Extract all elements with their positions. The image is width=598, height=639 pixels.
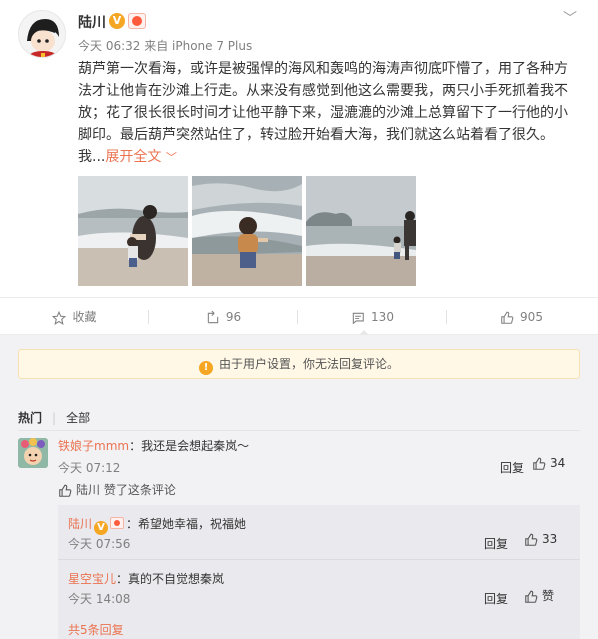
- reply-item: 陆川 V ：希望她幸福，祝福她 今天 07:56 回复 33: [58, 505, 580, 559]
- tabs-divider: [18, 430, 580, 431]
- verified-badge-icon: V: [109, 13, 125, 29]
- reply-text: 陆川 V ：希望她幸福，祝福她: [68, 515, 246, 535]
- author-name[interactable]: 陆川: [78, 12, 106, 32]
- comment-icon: [352, 312, 364, 324]
- repost-count: 96: [225, 310, 242, 324]
- reply-like-button[interactable]: 33: [524, 532, 557, 547]
- view-more-replies-link[interactable]: 共5条回复: [68, 621, 124, 638]
- expand-chevron-icon: ﹀: [165, 151, 177, 164]
- reply-user-name[interactable]: 陆川: [68, 517, 92, 531]
- post-action-bar: 收藏 96 130 905: [0, 297, 598, 336]
- reply-like-count: 33: [542, 532, 558, 546]
- tab-all[interactable]: 全部: [66, 411, 90, 425]
- beach-photo-thumbnail[interactable]: [192, 176, 302, 286]
- star-icon: [52, 310, 67, 325]
- notice-text: 由于用户设置，你无法回复评论。: [218, 357, 399, 371]
- reply-text: 星空宝儿：真的不自觉想秦岚: [68, 570, 224, 587]
- reply-item: 星空宝儿：真的不自觉想秦岚 今天 14:08 回复 赞: [58, 559, 580, 613]
- beach-photo-thumbnail[interactable]: [78, 176, 188, 286]
- post-content: 葫芦第一次看海，或许是被强悍的海风和轰鸣的海涛声彻底吓懵了，用了各种方法才让他肯…: [78, 58, 578, 169]
- tab-hot[interactable]: 热门: [18, 411, 42, 425]
- comment-restriction-notice: ! 由于用户设置，你无法回复评论。: [18, 349, 580, 379]
- author-avatar[interactable]: [18, 10, 66, 58]
- comment-button[interactable]: 130: [298, 298, 447, 336]
- commenter-avatar[interactable]: [18, 438, 48, 468]
- comment-like-count: 34: [550, 456, 566, 470]
- thumbs-up-icon: [525, 590, 538, 603]
- favorite-button[interactable]: 收藏: [0, 298, 149, 336]
- thumbs-up-icon: [501, 311, 514, 324]
- expand-full-text-link[interactable]: 展开全文: [105, 149, 161, 165]
- commenter-name[interactable]: 铁娘子mmm: [58, 439, 129, 453]
- post-menu-chevron-icon[interactable]: ﹀: [560, 8, 580, 27]
- comment-reply-button[interactable]: 回复: [500, 459, 524, 476]
- beach-photo-thumbnail[interactable]: [306, 176, 416, 286]
- post-meta: 今天 06:32 来自 iPhone 7 Plus: [78, 39, 253, 53]
- reply-time: 今天 07:56: [68, 537, 131, 551]
- thumbs-up-icon: [533, 457, 546, 470]
- comment-count: 130: [371, 310, 394, 324]
- reply-body: ：真的不自觉想秦岚: [116, 572, 225, 586]
- repost-icon: [207, 310, 219, 323]
- author-liked-note: 陆川 赞了这条评论: [58, 481, 176, 498]
- comment-like-button[interactable]: 34: [532, 456, 565, 471]
- thumbs-up-icon: [525, 533, 538, 546]
- thumbs-up-icon: [59, 484, 72, 497]
- comment-time: 今天 07:12: [58, 461, 121, 475]
- reply-reply-button[interactable]: 回复: [484, 535, 508, 552]
- comments-section: ! 由于用户设置，你无法回复评论。 热门 | 全部 铁娘子mmm：我还是会想起秦岚～ …: [0, 335, 598, 639]
- favorite-label: 收藏: [72, 310, 97, 324]
- verified-badge-icon: V: [94, 521, 109, 535]
- comment-replies: 陆川 V ：希望她幸福，祝福她 今天 07:56 回复 33 星空宝儿：真的不自觉想…: [58, 505, 580, 639]
- comment-text: 铁娘子mmm：我还是会想起秦岚～: [58, 437, 249, 454]
- comment-tabs: 热门 | 全部: [18, 411, 91, 425]
- warning-icon: !: [198, 361, 213, 375]
- like-count: 905: [520, 310, 543, 324]
- comment-body: ：我还是会想起秦岚～: [129, 439, 250, 453]
- reply-like-label: 赞: [542, 589, 555, 603]
- member-badge-icon: [128, 13, 146, 29]
- member-badge-icon: [110, 517, 125, 529]
- like-button[interactable]: 905: [447, 298, 596, 336]
- liked-by-text: 陆川 赞了这条评论: [76, 483, 176, 497]
- reply-body: ：希望她幸福，祝福她: [126, 517, 247, 531]
- reply-reply-button[interactable]: 回复: [484, 590, 508, 607]
- reply-like-button[interactable]: 赞: [524, 587, 554, 604]
- weibo-post: 陆川 V 今天 06:32 来自 iPhone 7 Plus ﹀ 葫芦第一次看海…: [0, 0, 598, 297]
- reply-time: 今天 14:08: [68, 592, 131, 606]
- reply-user-name[interactable]: 星空宝儿: [68, 572, 116, 586]
- repost-button[interactable]: 96: [149, 298, 298, 336]
